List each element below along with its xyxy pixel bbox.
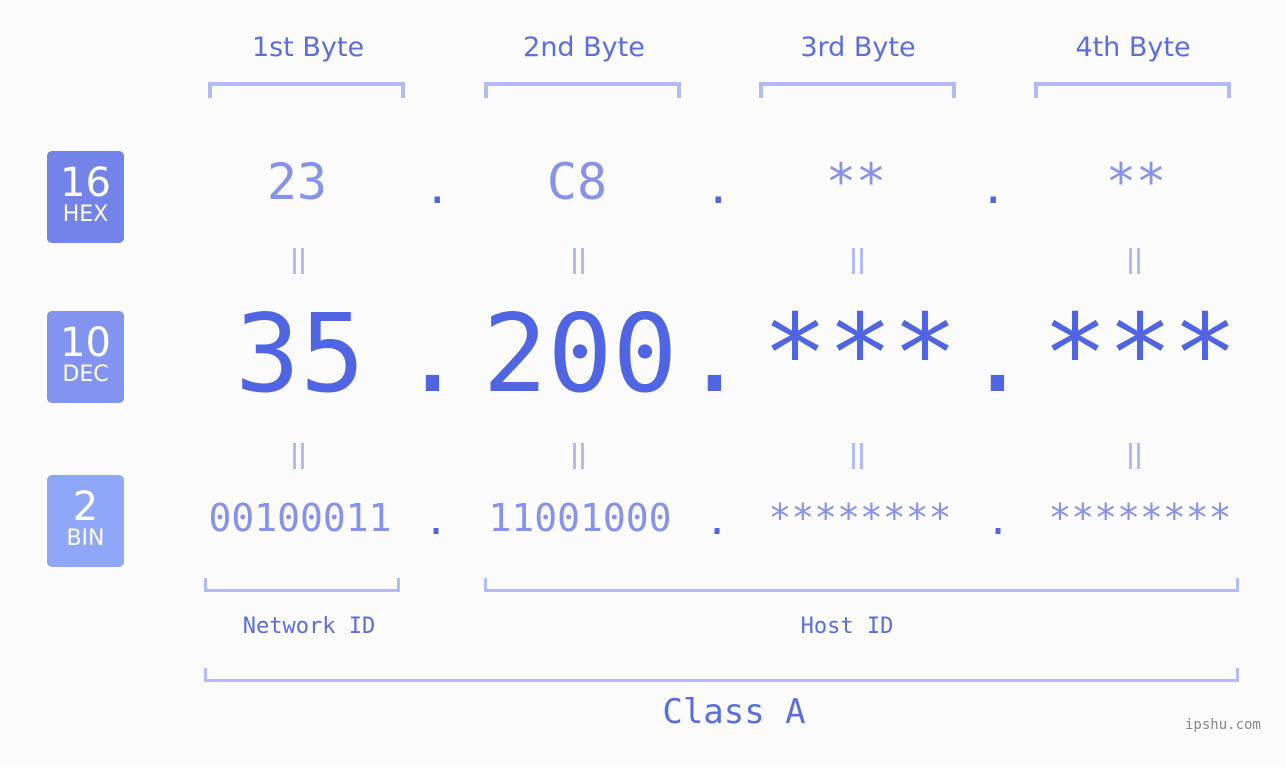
bin-separator-2: . <box>705 498 730 544</box>
hex-byte-4: ** <box>1105 153 1167 211</box>
hex-byte-2: C8 <box>546 153 608 211</box>
bin-badge: 2 BIN <box>47 475 124 567</box>
dec-badge-label: DEC <box>62 362 109 387</box>
byte-bracket-2 <box>484 82 681 98</box>
equals-icon <box>573 443 585 469</box>
byte-header-3: 3rd Byte <box>800 32 916 63</box>
bin-byte-1: 00100011 <box>208 496 392 540</box>
byte-header-1: 1st Byte <box>251 32 365 63</box>
equals-icon <box>1129 248 1141 274</box>
bin-separator-3: . <box>986 498 1011 544</box>
equals-icon <box>852 248 864 274</box>
hex-badge: 16 HEX <box>47 151 124 243</box>
dec-badge: 10 DEC <box>47 311 124 403</box>
bin-badge-number: 2 <box>72 484 99 530</box>
dec-byte-2: 200 <box>482 292 678 417</box>
class-bracket <box>204 668 1239 682</box>
equals-icon <box>1129 443 1141 469</box>
host-bracket <box>484 578 1239 592</box>
equals-icon <box>852 443 864 469</box>
bin-byte-4: ******** <box>1048 496 1232 540</box>
hex-byte-1: 23 <box>266 153 328 211</box>
dec-separator-2: . <box>682 292 748 417</box>
network-id-label: Network ID <box>242 614 376 639</box>
bin-badge-label: BIN <box>66 526 105 551</box>
dec-separator-1: . <box>400 292 466 417</box>
equals-icon <box>293 443 305 469</box>
equals-icon <box>573 248 585 274</box>
watermark: ipshu.com <box>1185 717 1261 733</box>
byte-bracket-4 <box>1034 82 1231 98</box>
host-id-label: Host ID <box>800 614 894 639</box>
hex-byte-3: ** <box>825 153 887 211</box>
bin-byte-3: ******** <box>768 496 952 540</box>
class-label: Class A <box>662 692 806 732</box>
hex-badge-label: HEX <box>62 202 109 227</box>
dec-byte-1: 35 <box>234 292 366 417</box>
byte-bracket-1 <box>208 82 405 98</box>
dec-separator-3: . <box>965 292 1031 417</box>
hex-badge-number: 16 <box>60 160 111 206</box>
dec-byte-3: *** <box>762 292 958 417</box>
dec-byte-4: *** <box>1042 292 1238 417</box>
byte-header-4: 4th Byte <box>1075 32 1191 63</box>
equals-icon <box>293 248 305 274</box>
byte-header-2: 2nd Byte <box>523 32 645 63</box>
hex-separator-3: . <box>980 163 1007 214</box>
dec-badge-number: 10 <box>60 320 111 366</box>
byte-bracket-3 <box>759 82 956 98</box>
bin-byte-2: 11001000 <box>488 496 672 540</box>
hex-separator-1: . <box>424 163 451 214</box>
network-bracket <box>204 578 400 592</box>
bin-separator-1: . <box>424 498 449 544</box>
hex-separator-2: . <box>705 163 732 214</box>
